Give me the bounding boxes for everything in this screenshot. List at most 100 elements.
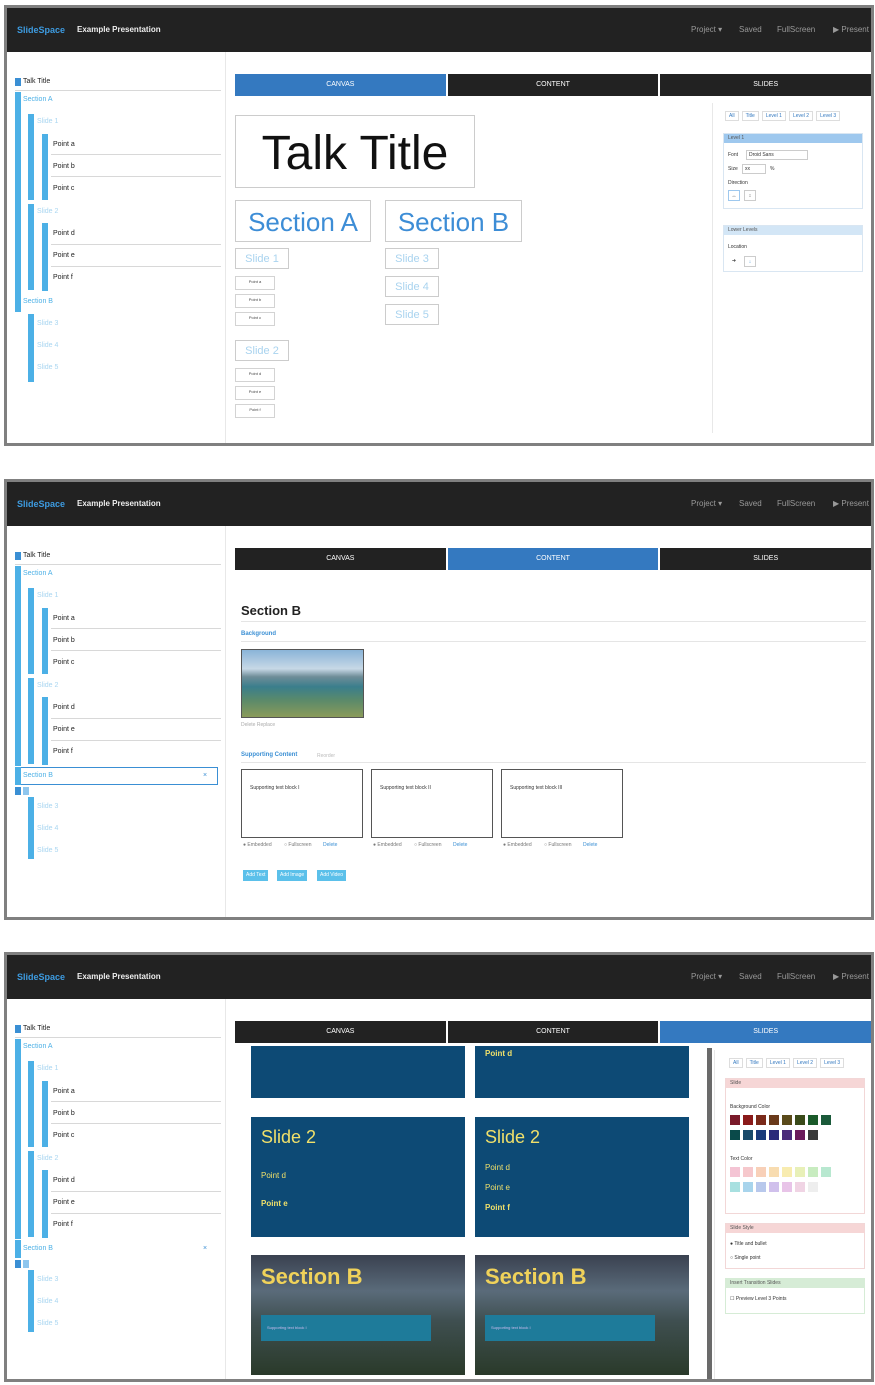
color-swatch[interactable] (795, 1182, 805, 1192)
tree-point-d[interactable]: Point d (53, 1174, 75, 1192)
color-swatch[interactable] (743, 1115, 753, 1125)
tree-section-a[interactable]: Section A (23, 93, 53, 111)
remove-icon[interactable] (23, 1260, 29, 1268)
present-button[interactable]: ▶ Present (833, 25, 869, 34)
tree-section-b[interactable]: Section B (23, 769, 53, 787)
color-swatch[interactable] (730, 1115, 740, 1125)
color-swatch[interactable] (730, 1167, 740, 1177)
level-all[interactable]: All (729, 1058, 743, 1068)
style-single-point-radio[interactable]: ○ Single point (730, 1255, 761, 1261)
canvas-slide-5[interactable]: Slide 5 (385, 304, 439, 325)
level-all[interactable]: All (725, 111, 739, 121)
canvas-slide-2[interactable]: Slide 2 (235, 340, 289, 361)
canvas-point-b[interactable]: Point b (235, 294, 275, 308)
level-title[interactable]: Title (741, 111, 759, 121)
color-swatch[interactable] (769, 1182, 779, 1192)
background-actions[interactable]: Delete Replace (241, 722, 275, 728)
tree-point-e[interactable]: Point e (53, 1196, 75, 1214)
project-menu[interactable]: Project ▾ (691, 972, 722, 981)
color-swatch[interactable] (821, 1115, 831, 1125)
fullscreen-radio-2[interactable]: ○ Fullscreen (414, 842, 441, 848)
color-swatch[interactable] (743, 1182, 753, 1192)
location-down-icon[interactable]: ↓ (744, 256, 756, 267)
add-icon[interactable] (15, 787, 21, 795)
color-swatch[interactable] (795, 1130, 805, 1140)
tab-canvas[interactable]: CANVAS (235, 548, 446, 570)
canvas-slide-1[interactable]: Slide 1 (235, 248, 289, 269)
add-video-button[interactable]: Add Video (317, 870, 346, 881)
tree-slide-4[interactable]: Slide 4 (37, 822, 58, 840)
slide-preview-sectionb-b[interactable]: Section B Supporting text block I (475, 1255, 689, 1375)
tree-slide-5[interactable]: Slide 5 (37, 844, 58, 862)
tree-section-a[interactable]: Section A (23, 567, 53, 585)
add-icon[interactable] (15, 1260, 21, 1268)
tab-slides[interactable]: SLIDES (660, 74, 871, 96)
collapse-icon[interactable] (15, 78, 21, 86)
color-swatch[interactable] (730, 1130, 740, 1140)
preview-level3-checkbox[interactable]: ☐ Preview Level 3 Points (730, 1296, 786, 1302)
level-2[interactable]: Level 2 (788, 111, 814, 121)
color-swatch[interactable] (782, 1182, 792, 1192)
supporting-block-2[interactable]: Supporting text block II (371, 769, 493, 838)
canvas-point-f[interactable]: Point f (235, 404, 275, 418)
tab-slides[interactable]: SLIDES (660, 548, 871, 570)
tree-slide-3[interactable]: Slide 3 (37, 800, 58, 818)
delete-link-2[interactable]: Delete (453, 842, 467, 848)
font-select[interactable]: Droid Sans (746, 150, 808, 160)
color-swatch[interactable] (808, 1182, 818, 1192)
color-swatch[interactable] (743, 1130, 753, 1140)
tree-slide-1[interactable]: Slide 1 (37, 589, 58, 607)
canvas-section-b[interactable]: Section B (385, 200, 522, 242)
tree-section-a[interactable]: Section A (23, 1040, 53, 1058)
fullscreen-button[interactable]: FullScreen (777, 499, 815, 508)
tree-point-c[interactable]: Point c (53, 1129, 74, 1147)
level-2[interactable]: Level 2 (792, 1058, 818, 1068)
slide-preview-sectionb-a[interactable]: Section B Supporting text block I (251, 1255, 465, 1375)
canvas-point-c[interactable]: Point c (235, 312, 275, 326)
embedded-radio-2[interactable]: ● Embedded (373, 842, 402, 848)
tree-slide-4[interactable]: Slide 4 (37, 339, 58, 357)
canvas-point-d[interactable]: Point d (235, 368, 275, 382)
tree-section-b[interactable]: Section B (23, 295, 53, 313)
tree-point-c[interactable]: Point c (53, 182, 74, 200)
color-swatch[interactable] (808, 1167, 818, 1177)
tree-slide-4[interactable]: Slide 4 (37, 1295, 58, 1313)
color-swatch[interactable] (821, 1167, 831, 1177)
color-swatch[interactable] (782, 1130, 792, 1140)
color-swatch[interactable] (769, 1167, 779, 1177)
brand-logo[interactable]: SlideSpace (17, 499, 65, 509)
supporting-block-1[interactable]: Supporting text block I (241, 769, 363, 838)
tree-slide-5[interactable]: Slide 5 (37, 361, 58, 379)
tree-section-b[interactable]: Section B (23, 1242, 53, 1260)
brand-logo[interactable]: SlideSpace (17, 972, 65, 982)
remove-icon[interactable] (23, 787, 29, 795)
project-menu[interactable]: Project ▾ (691, 25, 722, 34)
brand-logo[interactable]: SlideSpace (17, 25, 65, 35)
tree-slide-3[interactable]: Slide 3 (37, 1273, 58, 1291)
project-menu[interactable]: Project ▾ (691, 499, 722, 508)
tree-point-f[interactable]: Point f (53, 271, 73, 289)
tree-slide-5[interactable]: Slide 5 (37, 1317, 58, 1335)
slide-preview-partial-2[interactable]: Point d (475, 1046, 689, 1098)
color-swatch[interactable] (756, 1115, 766, 1125)
tab-canvas[interactable]: CANVAS (235, 74, 446, 96)
color-swatch[interactable] (756, 1182, 766, 1192)
tree-point-e[interactable]: Point e (53, 249, 75, 267)
present-button[interactable]: ▶ Present (833, 972, 869, 981)
tab-content[interactable]: CONTENT (447, 548, 659, 570)
tree-slide-2[interactable]: Slide 2 (37, 1152, 58, 1170)
level-1[interactable]: Level 1 (765, 1058, 790, 1068)
slide-preview-partial-1[interactable] (251, 1046, 465, 1098)
tab-content[interactable]: CONTENT (447, 1021, 659, 1043)
tree-point-f[interactable]: Point f (53, 1218, 73, 1236)
level-title[interactable]: Title (745, 1058, 763, 1068)
tab-canvas[interactable]: CANVAS (235, 1021, 446, 1043)
tree-point-d[interactable]: Point d (53, 701, 75, 719)
tree-slide-3[interactable]: Slide 3 (37, 317, 58, 335)
tree-point-d[interactable]: Point d (53, 227, 75, 245)
embedded-radio-3[interactable]: ● Embedded (503, 842, 532, 848)
color-swatch[interactable] (795, 1115, 805, 1125)
fullscreen-button[interactable]: FullScreen (777, 972, 815, 981)
tree-slide-1[interactable]: Slide 1 (37, 1062, 58, 1080)
slide-preview-slide2-a[interactable]: Slide 2 Point d Point e (251, 1117, 465, 1237)
